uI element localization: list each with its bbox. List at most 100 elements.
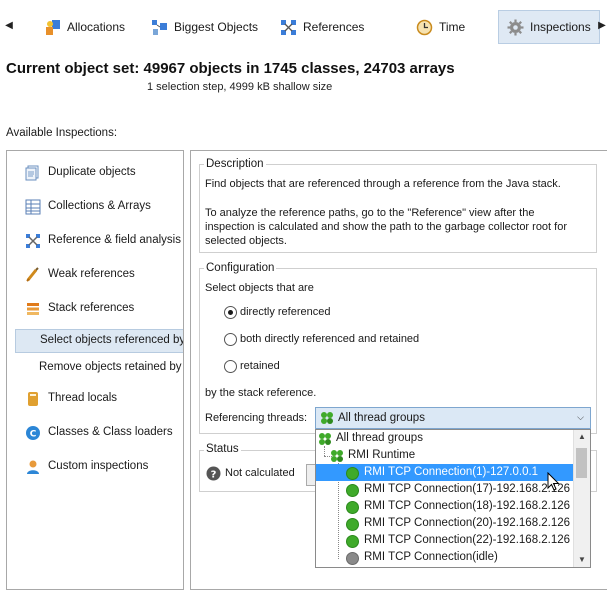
dropdown-item-rmi-runtime[interactable]: RMI Runtime <box>316 447 574 464</box>
scroll-up-icon[interactable]: ▲ <box>574 430 590 444</box>
radio-directly-referenced[interactable] <box>224 306 237 319</box>
green-thread-icon <box>346 501 359 514</box>
gray-thread-icon <box>346 552 359 565</box>
dropdown-scrollbar[interactable]: ▲ ▼ <box>573 430 590 567</box>
inspection-classes-class-loaders[interactable]: C Classes & Class loaders <box>7 421 183 445</box>
inspection-label: Reference & field analysis <box>48 234 181 246</box>
dropdown-item-all-thread-groups[interactable]: All thread groups <box>316 430 574 447</box>
weak-references-icon <box>25 267 41 283</box>
description-text-4: selected objects. <box>205 235 287 247</box>
threads-dropdown-list: All thread groups RMI Runtime RMI TCP Co… <box>315 429 591 568</box>
mouse-cursor-icon <box>547 471 561 492</box>
dropdown-item-label: RMI Runtime <box>348 449 416 461</box>
dropdown-item-label: RMI TCP Connection(17)-192.168.2.126 <box>364 483 571 495</box>
inspection-remove-objects-retained[interactable]: Remove objects retained by st <box>7 356 183 380</box>
page-title: Current object set: 49967 objects in 174… <box>6 60 455 77</box>
description-label: Description <box>204 158 266 170</box>
tab-label: Biggest Objects <box>174 20 259 34</box>
referencing-threads-label: Referencing threads: <box>205 412 308 424</box>
inspections-list: Duplicate objects Collections & Arrays R… <box>6 150 184 590</box>
tab-label: References <box>303 20 365 34</box>
status-value: Not calculated <box>225 467 295 479</box>
question-icon: ? <box>206 466 221 481</box>
chevron-down-icon: ⌵ <box>577 412 584 422</box>
inspection-label: Custom inspections <box>48 460 149 472</box>
duplicate-objects-icon <box>25 165 41 181</box>
green-thread-icon <box>346 518 359 531</box>
page-subtitle: 1 selection step, 4999 kB shallow size <box>147 81 333 93</box>
inspection-label: Thread locals <box>48 392 118 404</box>
clock-icon <box>416 19 433 36</box>
dropdown-item-rmi-tcp-20[interactable]: RMI TCP Connection(20)-192.168.2.126 <box>316 515 574 532</box>
tab-allocations[interactable]: Allocations <box>36 10 133 44</box>
references-icon <box>280 19 297 36</box>
collections-icon <box>25 199 41 215</box>
custom-inspections-icon <box>25 459 41 475</box>
scrollbar-thumb[interactable] <box>576 448 587 478</box>
dropdown-item-label: RMI TCP Connection(20)-192.168.2.126 <box>364 517 571 529</box>
radio-retained[interactable] <box>224 360 237 373</box>
dropdown-item-rmi-tcp-22[interactable]: RMI TCP Connection(22)-192.168.2.126 <box>316 532 574 549</box>
tab-references[interactable]: References <box>272 10 372 44</box>
svg-text:?: ? <box>211 470 217 481</box>
inspection-label: Weak references <box>48 268 135 280</box>
by-stack-reference-text: by the stack reference. <box>205 387 317 399</box>
tab-label: Allocations <box>67 20 126 34</box>
referencing-threads-combo[interactable]: All thread groups ⌵ <box>315 407 591 429</box>
gear-icon <box>507 19 524 36</box>
dropdown-item-label: All thread groups <box>336 432 423 444</box>
inspection-collections-arrays[interactable]: Collections & Arrays <box>7 195 183 219</box>
radio-label-directly-referenced: directly referenced <box>240 306 331 318</box>
select-objects-text: Select objects that are <box>205 282 314 294</box>
green-thread-icon <box>346 535 359 548</box>
inspection-stack-references[interactable]: Stack references <box>7 297 183 321</box>
green-thread-icon <box>346 467 359 480</box>
description-text-2: To analyze the reference paths, go to th… <box>205 207 535 219</box>
inspection-label: Select objects referenced by t <box>40 334 184 346</box>
inspection-custom-inspections[interactable]: Custom inspections <box>7 455 183 479</box>
inspection-reference-field-analysis[interactable]: Reference & field analysis <box>7 229 183 253</box>
radio-label-retained: retained <box>240 360 280 372</box>
combo-value: All thread groups <box>338 412 425 424</box>
scroll-left-icon[interactable]: ◀ <box>4 18 14 34</box>
configuration-label: Configuration <box>204 262 277 274</box>
tab-time[interactable]: Time <box>408 10 473 44</box>
radio-label-directly-and-retained: both directly referenced and retained <box>240 333 420 345</box>
green-thread-icon <box>346 484 359 497</box>
thread-group-icon <box>330 449 344 463</box>
inspection-thread-locals[interactable]: Thread locals <box>7 387 183 411</box>
dropdown-item-label: RMI TCP Connection(idle) <box>364 551 498 563</box>
inspection-label: Collections & Arrays <box>48 200 151 212</box>
dropdown-item-rmi-tcp-idle[interactable]: RMI TCP Connection(idle) <box>316 549 574 566</box>
dropdown-item-rmi-tcp-17[interactable]: RMI TCP Connection(17)-192.168.2.126 <box>316 481 574 498</box>
tab-inspections[interactable]: Inspections <box>498 10 600 44</box>
tab-label: Inspections <box>530 20 591 34</box>
stack-references-icon <box>25 301 41 317</box>
dropdown-item-label: RMI TCP Connection(22)-192.168.2.126 <box>364 534 571 546</box>
dropdown-item-label: RMI TCP Connection(18)-192.168.2.126 <box>364 500 571 512</box>
inspection-select-objects-referenced[interactable]: Select objects referenced by t <box>15 329 184 353</box>
dropdown-item-label: RMI TCP Connection(1)-127.0.0.1 <box>364 466 539 478</box>
description-text-3: inspection is calculated and show the pa… <box>205 221 568 233</box>
biggest-objects-icon <box>151 19 168 36</box>
scroll-right-icon[interactable]: ▶ <box>597 18 607 34</box>
thread-group-icon <box>320 411 334 425</box>
status-label: Status <box>204 443 241 455</box>
view-toolbar: ◀ Allocations Biggest Objects References… <box>0 0 607 52</box>
inspection-label: Remove objects retained by st <box>39 361 184 373</box>
dropdown-item-rmi-tcp-18[interactable]: RMI TCP Connection(18)-192.168.2.126 <box>316 498 574 515</box>
description-text-1: Find objects that are referenced through… <box>205 178 561 190</box>
scroll-down-icon[interactable]: ▼ <box>574 553 590 567</box>
inspection-label: Classes & Class loaders <box>48 426 173 438</box>
inspection-label: Duplicate objects <box>48 166 136 178</box>
inspection-weak-references[interactable]: Weak references <box>7 263 183 287</box>
available-inspections-label: Available Inspections: <box>6 127 118 139</box>
reference-analysis-icon <box>25 233 41 249</box>
thread-group-icon <box>318 432 332 446</box>
radio-directly-and-retained[interactable] <box>224 333 237 346</box>
inspection-duplicate-objects[interactable]: Duplicate objects <box>7 161 183 185</box>
tab-label: Time <box>439 20 466 34</box>
class-loaders-icon: C <box>25 425 41 441</box>
tab-biggest-objects[interactable]: Biggest Objects <box>143 10 266 44</box>
dropdown-item-rmi-tcp-1[interactable]: RMI TCP Connection(1)-127.0.0.1 <box>316 464 574 481</box>
